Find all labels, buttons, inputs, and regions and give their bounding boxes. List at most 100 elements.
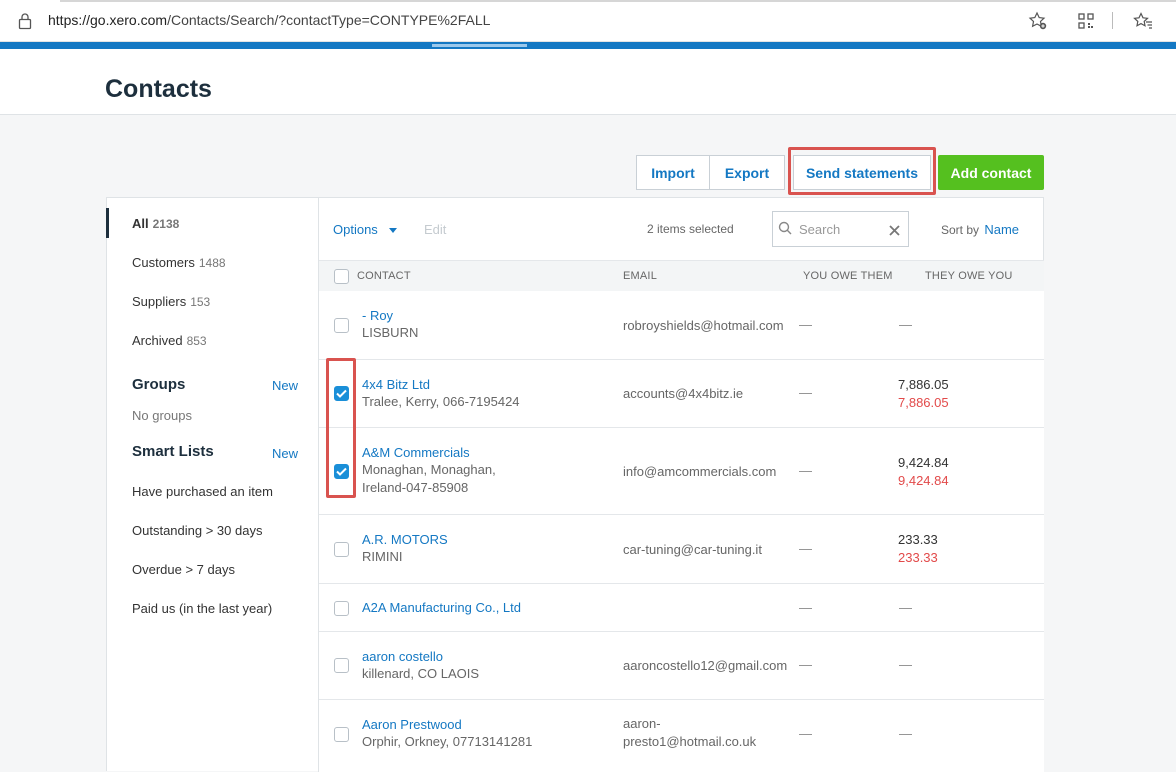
contact-email-line-2: presto1@hotmail.co.uk (623, 734, 757, 749)
contact-address: RIMINI (362, 549, 403, 564)
contact-name-link[interactable]: - Roy (362, 308, 393, 323)
sort-control[interactable]: Sort by Name (941, 222, 1019, 237)
app-nav-stripe (0, 42, 1176, 49)
search-input[interactable] (797, 220, 882, 238)
row-checkbox[interactable] (334, 318, 349, 333)
active-nav-indicator (432, 44, 527, 47)
contact-name-link[interactable]: aaron costello (362, 649, 443, 664)
contacts-panel: All 2138 Customers 1488 Suppliers 153 Archi… (106, 197, 1044, 772)
contact-email: aaroncostello12@gmail.com (623, 658, 788, 673)
url-field[interactable]: https://go.xero.com/Contacts/Search/?con… (48, 12, 490, 28)
options-label: Options (333, 222, 378, 237)
contact-name-link[interactable]: A.R. MOTORS (362, 532, 448, 547)
clear-search-icon[interactable] (889, 223, 900, 241)
contacts-list: Options Edit 2 items selected Sort by Na… (319, 198, 1044, 772)
filter-archived[interactable]: Archived 853 (132, 333, 207, 348)
lock-icon[interactable] (18, 12, 32, 30)
contact-name-link[interactable]: 4x4 Bitz Ltd (362, 377, 430, 392)
contact-name-link[interactable]: A2A Manufacturing Co., Ltd (362, 600, 521, 615)
they-owe-you-value: 7,886.05 (898, 377, 949, 392)
filter-label: Suppliers (132, 294, 187, 309)
filter-count: 853 (186, 334, 207, 348)
they-owe-you-overdue: 7,886.05 (898, 395, 949, 410)
row-checkbox[interactable] (334, 386, 349, 401)
you-owe-them-value: — (799, 726, 812, 741)
new-smart-list-link[interactable]: New (272, 446, 298, 461)
contact-name-link[interactable]: A&M Commercials (362, 445, 470, 460)
they-owe-you-overdue: 9,424.84 (898, 473, 949, 488)
filter-suppliers[interactable]: Suppliers 153 (132, 294, 210, 309)
contact-address-line-2: Ireland-047-85908 (362, 480, 469, 495)
new-group-link[interactable]: New (272, 378, 298, 393)
column-you-owe-them[interactable]: YOU OWE THEM (803, 270, 893, 282)
filter-customers[interactable]: Customers 1488 (132, 255, 226, 270)
filter-count: 153 (190, 295, 211, 309)
you-owe-them-value: — (799, 317, 812, 332)
they-owe-you-value: — (899, 726, 912, 741)
url-host: https://go.xero.com (48, 12, 168, 28)
selection-count: 2 items selected (647, 222, 734, 236)
checkmark-icon (336, 389, 347, 398)
they-owe-you-value: 9,424.84 (898, 455, 949, 470)
sort-prefix: Sort by (941, 223, 980, 237)
row-checkbox[interactable] (334, 601, 349, 616)
you-owe-them-value: — (799, 657, 812, 672)
filter-sidebar: All 2138 Customers 1488 Suppliers 153 Archi… (106, 198, 319, 772)
groups-heading: Groups (132, 376, 186, 393)
checkmark-icon (336, 467, 347, 476)
search-icon (778, 221, 792, 240)
sort-value: Name (984, 222, 1020, 237)
row-checkbox[interactable] (334, 727, 349, 742)
filter-label: Customers (132, 255, 195, 270)
row-checkbox[interactable] (334, 464, 349, 479)
chevron-down-icon (389, 228, 398, 234)
contact-email: accounts@4x4bitz.ie (623, 386, 744, 401)
table-row[interactable]: aaron costello killenard, CO LAOIS aaron… (319, 632, 1044, 700)
table-row[interactable]: - Roy LISBURN robroyshields@hotmail.com … (319, 291, 1044, 360)
they-owe-you-overdue: 233.33 (898, 550, 938, 565)
contact-address: killenard, CO LAOIS (362, 666, 480, 681)
filter-count: 2138 (152, 217, 180, 231)
table-row[interactable]: A.R. MOTORS RIMINI car-tuning@car-tuning… (319, 515, 1044, 584)
url-path: /Contacts/Search/?contactType=CONTYPE%2F… (167, 12, 491, 28)
column-they-owe-you[interactable]: THEY OWE YOU (925, 270, 1013, 282)
column-email[interactable]: EMAIL (623, 270, 657, 282)
smart-list-item[interactable]: Outstanding > 30 days (132, 523, 262, 538)
smart-list-item[interactable]: Paid us (in the last year) (132, 601, 272, 616)
table-row[interactable]: 4x4 Bitz Ltd Tralee, Kerry, 066-7195424 … (319, 360, 1044, 428)
active-filter-indicator (106, 208, 109, 238)
contact-email: info@amcommercials.com (623, 464, 777, 479)
row-checkbox[interactable] (334, 658, 349, 673)
favorites-icon[interactable] (1132, 10, 1154, 32)
table-row[interactable]: A&M Commercials Monaghan, Monaghan, Irel… (319, 428, 1044, 515)
options-menu[interactable]: Options (333, 222, 398, 237)
filter-all[interactable]: All 2138 (132, 216, 179, 231)
add-favorite-icon[interactable] (1027, 10, 1049, 32)
they-owe-you-value: 233.33 (898, 532, 938, 547)
add-contact-button[interactable]: Add contact (938, 155, 1044, 190)
column-contact[interactable]: CONTACT (357, 270, 411, 282)
row-checkbox[interactable] (334, 542, 349, 557)
search-box (772, 211, 909, 247)
contact-address: Tralee, Kerry, 066-7195424 (362, 394, 520, 409)
send-statements-button[interactable]: Send statements (793, 155, 931, 190)
export-button[interactable]: Export (709, 155, 785, 190)
you-owe-them-value: — (799, 600, 812, 615)
page-header: Contacts (0, 49, 1176, 115)
table-row[interactable]: Aaron Prestwood Orphir, Orkney, 07713141… (319, 700, 1044, 772)
qr-code-icon[interactable] (1075, 10, 1097, 32)
select-all-checkbox[interactable] (334, 269, 349, 284)
edit-button[interactable]: Edit (424, 222, 446, 237)
contact-address: Orphir, Orkney, 07713141281 (362, 734, 533, 749)
table-header: CONTACT EMAIL YOU OWE THEM THEY OWE YOU (319, 260, 1044, 291)
they-owe-you-value: — (899, 317, 912, 332)
smart-list-item[interactable]: Have purchased an item (132, 484, 273, 499)
no-groups-text: No groups (132, 408, 192, 423)
import-button[interactable]: Import (636, 155, 710, 190)
contact-email: robroyshields@hotmail.com (623, 318, 784, 333)
filter-label: Archived (132, 333, 183, 348)
smart-list-item[interactable]: Overdue > 7 days (132, 562, 235, 577)
contact-name-link[interactable]: Aaron Prestwood (362, 717, 462, 732)
table-row[interactable]: A2A Manufacturing Co., Ltd — — (319, 584, 1044, 632)
page-title: Contacts (105, 75, 212, 103)
